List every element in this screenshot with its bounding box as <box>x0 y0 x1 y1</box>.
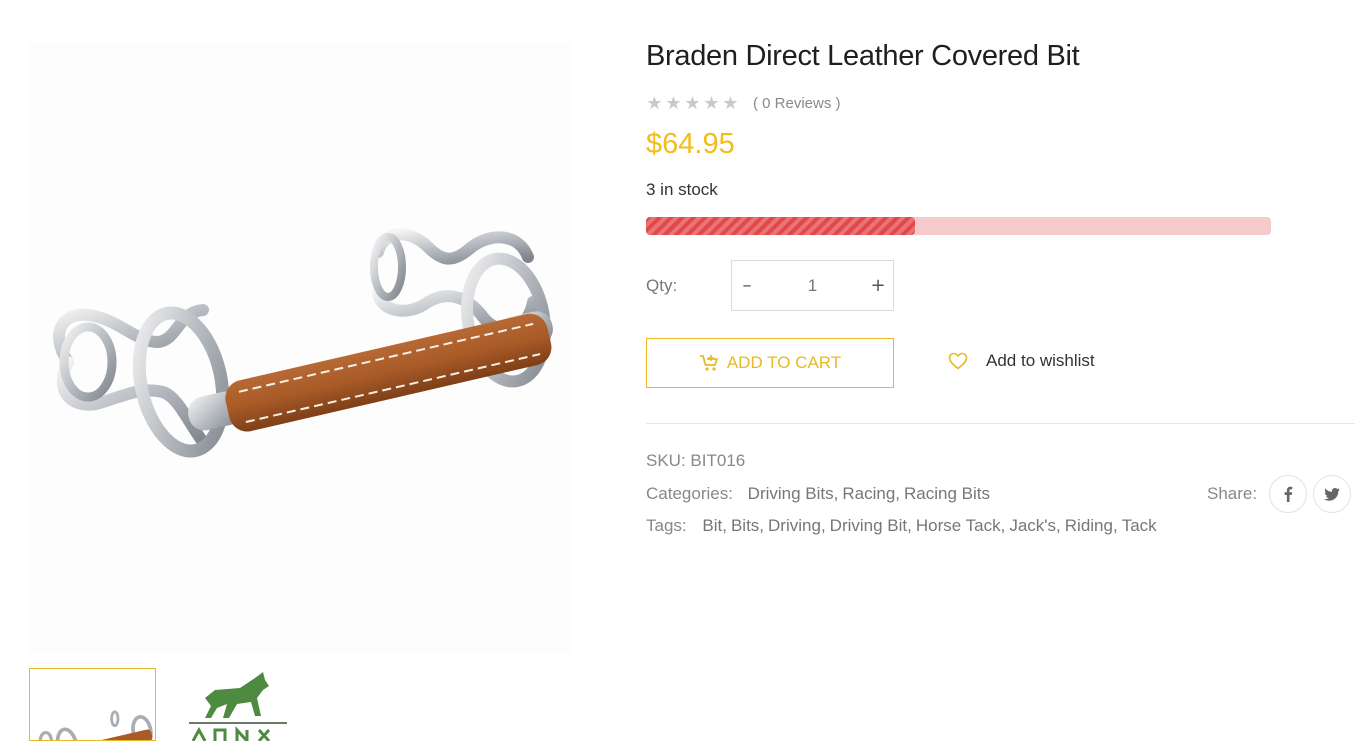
share-section: Share: <box>1207 475 1355 513</box>
tag-link[interactable]: Tack <box>1122 516 1157 535</box>
category-link[interactable]: Racing <box>842 484 895 503</box>
qty-input[interactable] <box>762 261 863 310</box>
star-icon: ★ <box>665 93 682 113</box>
separator: , <box>820 516 826 535</box>
thumb-brand-logo[interactable] <box>185 668 295 741</box>
categories-label: Categories: <box>646 484 733 503</box>
wishlist-label: Add to wishlist <box>986 351 1095 370</box>
product-main-image[interactable] <box>28 42 571 654</box>
horse-logo-icon <box>189 672 287 741</box>
sku-value: BIT016 <box>690 451 746 470</box>
share-twitter-button[interactable] <box>1313 475 1352 513</box>
product-price: $64.95 <box>646 128 735 160</box>
twitter-icon <box>1324 487 1341 501</box>
star-icon: ★ <box>684 93 701 113</box>
cart-plus-icon <box>699 355 718 371</box>
leather-covered-bit-illustration <box>53 228 553 458</box>
star-icon: ★ <box>703 93 720 113</box>
share-label: Share: <box>1207 484 1258 503</box>
stock-progress-bar <box>646 217 1271 235</box>
add-to-cart-label: ADD TO CART <box>726 353 842 372</box>
qty-increase-button[interactable]: + <box>863 261 893 310</box>
share-facebook-button[interactable] <box>1269 475 1308 513</box>
star-rating: ★ ★ ★ ★ ★ <box>646 94 739 112</box>
star-icon: ★ <box>646 93 663 113</box>
quantity-stepper: – + <box>731 260 894 311</box>
separator: , <box>907 516 912 535</box>
add-to-cart-button[interactable]: ADD TO CART <box>646 338 894 388</box>
qty-label: Qty: <box>646 276 678 295</box>
product-summary: Braden Direct Leather Covered Bit ★ ★ ★ … <box>646 0 1355 741</box>
product-tags: Tags: Bit, Bits, Driving, Driving Bit, Horse… <box>646 516 1157 536</box>
qty-decrease-button[interactable]: – <box>732 261 762 310</box>
separator: , <box>1056 516 1061 535</box>
stock-status: 3 in stock <box>646 180 718 199</box>
reviews-link[interactable]: ( 0 Reviews ) <box>753 95 841 112</box>
stock-progress-fill <box>646 217 915 235</box>
tag-link[interactable]: Driving <box>768 516 821 535</box>
separator: , <box>833 484 839 503</box>
tag-link[interactable]: Driving Bit <box>830 516 907 535</box>
add-to-wishlist-link[interactable]: Add to wishlist <box>948 348 1095 374</box>
product-rating[interactable]: ★ ★ ★ ★ ★ ( 0 Reviews ) <box>646 92 841 114</box>
tag-link[interactable]: Bit <box>702 516 722 535</box>
separator: , <box>1000 516 1006 535</box>
category-link[interactable]: Driving Bits <box>748 484 834 503</box>
product-title: Braden Direct Leather Covered Bit <box>646 40 1080 72</box>
category-link[interactable]: Racing Bits <box>904 484 990 503</box>
sku-label: SKU: <box>646 451 686 470</box>
product-sku: SKU: BIT016 <box>646 451 745 471</box>
thumb-bit-illustration <box>38 710 153 740</box>
tags-label: Tags: <box>646 516 687 535</box>
separator: , <box>895 484 901 503</box>
tag-link[interactable]: Horse Tack <box>916 516 1001 535</box>
tag-link[interactable]: Bits <box>731 516 759 535</box>
tag-link[interactable]: Riding <box>1065 516 1113 535</box>
thumb-bit-photo[interactable] <box>29 668 156 741</box>
tag-link[interactable]: Jack's <box>1009 516 1056 535</box>
thumbnail-strip <box>29 668 329 741</box>
facebook-icon <box>1284 486 1293 502</box>
product-categories: Categories: Driving Bits, Racing, Racing B… <box>646 484 990 504</box>
separator: , <box>1112 516 1118 535</box>
heart-icon <box>948 352 968 370</box>
separator: , <box>722 516 727 535</box>
separator: , <box>759 516 765 535</box>
star-icon: ★ <box>722 93 739 113</box>
divider <box>646 423 1355 424</box>
